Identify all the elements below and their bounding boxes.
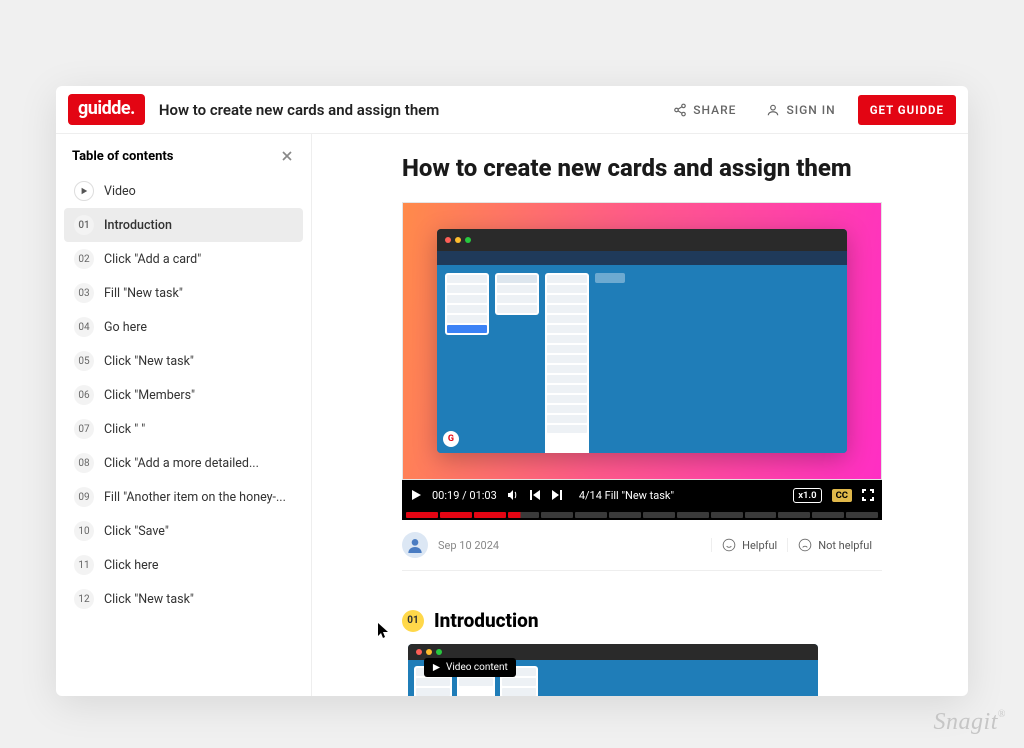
step-number-badge: 02 bbox=[74, 249, 94, 269]
step-number-badge: 09 bbox=[74, 487, 94, 507]
main-content: How to create new cards and assign them … bbox=[312, 134, 968, 696]
snagit-watermark: Snagit® bbox=[934, 709, 1006, 736]
toc-step[interactable]: 02 Click "Add a card" bbox=[64, 242, 303, 276]
share-icon bbox=[673, 103, 687, 117]
progress-segment[interactable] bbox=[711, 512, 743, 518]
toc-video-link[interactable]: Video bbox=[64, 174, 303, 208]
step-label: Fill "New task" bbox=[104, 286, 183, 301]
toc-video-label: Video bbox=[104, 184, 136, 199]
meta-row: Sep 10 2024 Helpful Not helpful bbox=[402, 520, 882, 571]
toc-step[interactable]: 07 Click " " bbox=[64, 412, 303, 446]
toc-title: Table of contents bbox=[72, 149, 173, 164]
section-number-badge: 01 bbox=[402, 610, 424, 632]
toc-step[interactable]: 11 Click here bbox=[64, 548, 303, 582]
step-label: Click here bbox=[104, 558, 158, 573]
signin-button[interactable]: SIGN IN bbox=[758, 97, 843, 123]
progress-segment[interactable] bbox=[575, 512, 607, 518]
progress-segment[interactable] bbox=[474, 512, 506, 518]
progress-segment[interactable] bbox=[812, 512, 844, 518]
smile-icon bbox=[722, 538, 736, 552]
toc-step[interactable]: 04 Go here bbox=[64, 310, 303, 344]
progress-segment[interactable] bbox=[609, 512, 641, 518]
step-label: Go here bbox=[104, 320, 147, 335]
toc-step[interactable]: 03 Fill "New task" bbox=[64, 276, 303, 310]
playback-rate-button[interactable]: x1.0 bbox=[793, 488, 821, 503]
get-guidde-button[interactable]: GET GUIDDE bbox=[858, 95, 956, 125]
helpful-button[interactable]: Helpful bbox=[711, 538, 787, 552]
table-of-contents: Table of contents Video 01 Introduction 02… bbox=[56, 134, 312, 696]
next-chapter-button[interactable] bbox=[551, 489, 563, 501]
video-content-pill: Video content bbox=[424, 658, 516, 677]
toc-step[interactable]: 05 Click "New task" bbox=[64, 344, 303, 378]
step-label: Click "New task" bbox=[104, 354, 194, 369]
volume-button[interactable] bbox=[507, 489, 519, 501]
captions-button[interactable]: CC bbox=[832, 489, 852, 502]
section-heading: 01 Introduction bbox=[402, 609, 934, 632]
header-title: How to create new cards and assign them bbox=[159, 101, 439, 119]
step-number-badge: 10 bbox=[74, 521, 94, 541]
play-icon bbox=[74, 181, 94, 201]
page-title: How to create new cards and assign them bbox=[402, 154, 934, 182]
step-label: Click "Save" bbox=[104, 524, 169, 539]
progress-segment[interactable] bbox=[541, 512, 573, 518]
progress-segment[interactable] bbox=[643, 512, 675, 518]
player-controls: 00:19 / 01:03 4/14 Fill "New task" x1.0 … bbox=[402, 480, 882, 510]
video-canvas[interactable]: G bbox=[402, 202, 882, 480]
progress-segment[interactable] bbox=[406, 512, 438, 518]
video-player: G 00:19 / 01:03 4/14 Fill "New task" x1.… bbox=[402, 202, 882, 520]
step-number-badge: 05 bbox=[74, 351, 94, 371]
time-display: 00:19 / 01:03 bbox=[432, 489, 497, 502]
signin-label: SIGN IN bbox=[786, 103, 835, 117]
step-number-badge: 08 bbox=[74, 453, 94, 473]
app-window: guidde. How to create new cards and assi… bbox=[56, 86, 968, 696]
guidde-badge-icon: G bbox=[443, 431, 459, 447]
progress-bar[interactable] bbox=[402, 510, 882, 520]
author-avatar[interactable] bbox=[402, 532, 428, 558]
not-helpful-button[interactable]: Not helpful bbox=[787, 538, 882, 552]
progress-segment[interactable] bbox=[440, 512, 472, 518]
toc-step[interactable]: 08 Click "Add a more detailed... bbox=[64, 446, 303, 480]
step-label: Fill "Another item on the honey-... bbox=[104, 490, 286, 505]
user-icon bbox=[766, 103, 780, 117]
progress-segment[interactable] bbox=[677, 512, 709, 518]
toc-step[interactable]: 06 Click "Members" bbox=[64, 378, 303, 412]
fullscreen-button[interactable] bbox=[862, 489, 874, 501]
step-label: Introduction bbox=[104, 218, 172, 233]
chapter-label: 4/14 Fill "New task" bbox=[579, 489, 674, 502]
toc-step[interactable]: 12 Click "New task" bbox=[64, 582, 303, 616]
not-helpful-label: Not helpful bbox=[818, 539, 872, 552]
share-button[interactable]: SHARE bbox=[665, 97, 744, 123]
step-number-badge: 01 bbox=[74, 215, 94, 235]
step-label: Click "New task" bbox=[104, 592, 194, 607]
toc-step[interactable]: 01 Introduction bbox=[64, 208, 303, 242]
step-number-badge: 03 bbox=[74, 283, 94, 303]
play-button[interactable] bbox=[410, 489, 422, 501]
step-number-badge: 06 bbox=[74, 385, 94, 405]
screenshot-mock: G bbox=[437, 229, 847, 453]
progress-segment[interactable] bbox=[846, 512, 878, 518]
step-label: Click "Add a more detailed... bbox=[104, 456, 259, 471]
step-number-badge: 07 bbox=[74, 419, 94, 439]
progress-segment[interactable] bbox=[745, 512, 777, 518]
prev-chapter-button[interactable] bbox=[529, 489, 541, 501]
step-label: Click " " bbox=[104, 422, 145, 437]
step-number-badge: 04 bbox=[74, 317, 94, 337]
close-icon[interactable] bbox=[279, 148, 295, 164]
helpful-label: Helpful bbox=[742, 539, 777, 552]
progress-segment[interactable] bbox=[508, 512, 540, 518]
toc-step[interactable]: 10 Click "Save" bbox=[64, 514, 303, 548]
header-bar: guidde. How to create new cards and assi… bbox=[56, 86, 968, 134]
section-title: Introduction bbox=[434, 609, 539, 632]
section-preview[interactable]: Video content bbox=[408, 644, 818, 696]
toc-step[interactable]: 09 Fill "Another item on the honey-... bbox=[64, 480, 303, 514]
step-number-badge: 11 bbox=[74, 555, 94, 575]
publish-date: Sep 10 2024 bbox=[438, 539, 499, 552]
step-label: Click "Add a card" bbox=[104, 252, 201, 267]
step-label: Click "Members" bbox=[104, 388, 195, 403]
progress-segment[interactable] bbox=[778, 512, 810, 518]
frown-icon bbox=[798, 538, 812, 552]
share-label: SHARE bbox=[693, 103, 736, 117]
step-number-badge: 12 bbox=[74, 589, 94, 609]
brand-logo[interactable]: guidde. bbox=[68, 94, 145, 125]
